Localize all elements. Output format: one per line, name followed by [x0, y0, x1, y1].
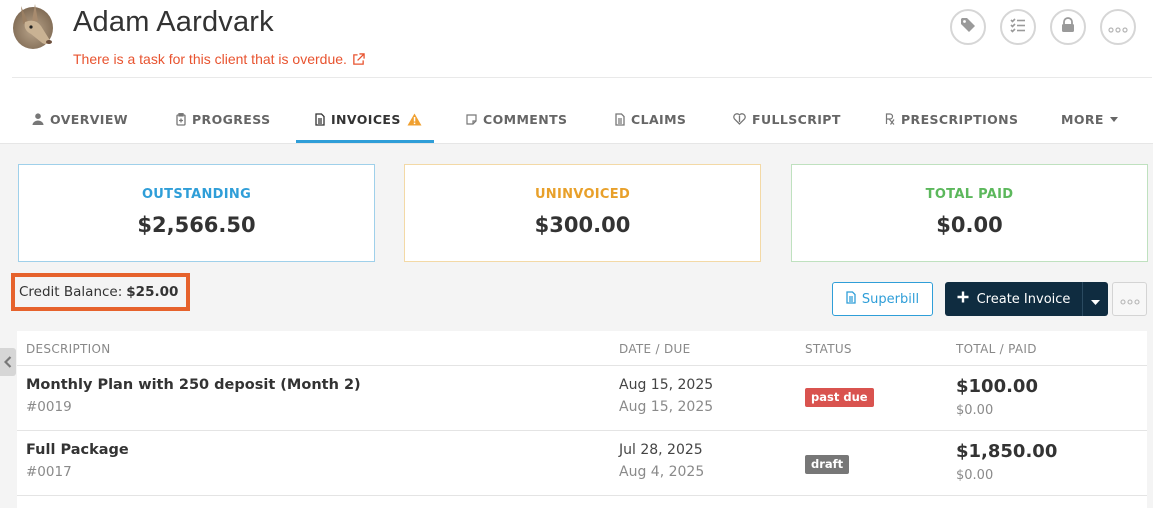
tab-more[interactable]: MORE — [1061, 95, 1118, 143]
comment-icon — [466, 113, 477, 125]
invoice-due-date: Aug 4, 2025 — [619, 464, 705, 480]
client-header: Adam Aardvark There is a task for this c… — [0, 0, 1153, 78]
tab-prescriptions-label: PRESCRIPTIONS — [901, 111, 1019, 127]
document-icon — [315, 112, 325, 126]
outstanding-card: OUTSTANDING $2,566.50 — [18, 164, 375, 262]
avatar[interactable] — [11, 2, 55, 50]
tab-comments[interactable]: COMMENTS — [466, 95, 567, 143]
overdue-task-message: There is a task for this client that is … — [73, 51, 347, 67]
tab-invoices-label: INVOICES — [331, 111, 401, 127]
superbill-button[interactable]: Superbill — [832, 282, 933, 316]
caret-down-icon — [1091, 290, 1100, 309]
client-tabs: OVERVIEW PROGRESS INVOICES COMMENTS CLAI… — [0, 95, 1153, 143]
credit-balance: Credit Balance: $25.00 — [11, 273, 190, 311]
tab-claims[interactable]: CLAIMS — [615, 95, 686, 143]
warning-icon — [407, 113, 422, 126]
caret-down-icon — [1109, 116, 1118, 122]
uninvoiced-card: UNINVOICED $300.00 — [404, 164, 761, 262]
lock-icon — [1061, 17, 1075, 37]
invoice-paid: $0.00 — [956, 468, 994, 483]
superbill-label: Superbill — [861, 291, 920, 307]
tab-fullscript[interactable]: FULLSCRIPT — [733, 95, 841, 143]
invoice-date: Aug 15, 2025 — [619, 377, 714, 393]
total-paid-value: $0.00 — [936, 213, 1003, 237]
user-icon — [32, 113, 44, 125]
column-header-date-due[interactable]: DATE / DUE — [619, 342, 691, 356]
invoice-description[interactable]: Full Package — [26, 442, 129, 458]
plus-icon — [957, 291, 969, 307]
overdue-task-alert[interactable]: There is a task for this client that is … — [73, 51, 365, 67]
tab-invoices[interactable]: INVOICES — [315, 95, 422, 143]
heart-icon — [733, 113, 746, 125]
lock-button[interactable] — [1050, 9, 1086, 45]
more-options-button[interactable] — [1100, 9, 1136, 45]
invoice-number: #0019 — [26, 399, 72, 415]
column-header-total-paid[interactable]: TOTAL / PAID — [956, 342, 1037, 356]
checklist-button[interactable] — [1000, 9, 1036, 45]
uninvoiced-label: UNINVOICED — [534, 187, 631, 202]
status-badge: past due — [805, 388, 874, 407]
more-icon — [1108, 18, 1128, 37]
create-invoice-label: Create Invoice — [976, 291, 1071, 307]
file-icon — [615, 112, 625, 126]
table-row[interactable] — [17, 495, 1147, 508]
invoice-number: #0017 — [26, 464, 72, 480]
external-link-icon[interactable] — [352, 52, 365, 66]
outstanding-value: $2,566.50 — [137, 213, 256, 237]
total-paid-card: TOTAL PAID $0.00 — [791, 164, 1148, 262]
tab-fullscript-label: FULLSCRIPT — [752, 111, 841, 127]
invoice-date: Jul 28, 2025 — [619, 442, 703, 458]
invoice-paid: $0.00 — [956, 403, 994, 418]
column-header-status[interactable]: STATUS — [805, 342, 852, 356]
tab-claims-label: CLAIMS — [631, 111, 687, 127]
header-divider — [12, 77, 1152, 78]
invoice-total: $100.00 — [956, 376, 1038, 397]
tab-prescriptions[interactable]: PRESCRIPTIONS — [885, 95, 1018, 143]
create-invoice-button[interactable]: Create Invoice — [945, 282, 1082, 316]
more-actions-button[interactable] — [1112, 282, 1147, 316]
outstanding-label: OUTSTANDING — [141, 187, 252, 202]
tab-more-label: MORE — [1061, 111, 1104, 127]
status-badge: draft — [805, 455, 850, 474]
client-name: Adam Aardvark — [73, 6, 274, 38]
tab-overview-label: OVERVIEW — [50, 111, 128, 127]
tag-button[interactable] — [950, 9, 986, 45]
document-icon — [846, 290, 856, 308]
invoices-panel: OUTSTANDING $2,566.50 UNINVOICED $300.00… — [0, 143, 1153, 508]
tab-progress-label: PROGRESS — [192, 111, 271, 127]
more-icon — [1119, 290, 1140, 309]
uninvoiced-value: $300.00 — [534, 213, 631, 237]
invoices-table: DESCRIPTION DATE / DUE STATUS TOTAL / PA… — [17, 331, 1147, 508]
credit-balance-value: $25.00 — [126, 284, 179, 300]
invoice-description[interactable]: Monthly Plan with 250 deposit (Month 2) — [26, 377, 361, 393]
invoice-due-date: Aug 15, 2025 — [619, 399, 714, 415]
total-paid-label: TOTAL PAID — [925, 187, 1014, 202]
clipboard-icon — [176, 112, 186, 126]
column-header-description[interactable]: DESCRIPTION — [26, 342, 111, 356]
tab-progress[interactable]: PROGRESS — [176, 95, 270, 143]
tag-icon — [960, 17, 976, 37]
rx-icon — [885, 113, 895, 125]
create-invoice-dropdown[interactable] — [1082, 282, 1108, 316]
table-row[interactable]: Full Package #0017 Jul 28, 2025 Aug 4, 2… — [17, 430, 1147, 495]
tab-comments-label: COMMENTS — [483, 111, 568, 127]
invoice-total: $1,850.00 — [956, 441, 1058, 462]
tab-overview[interactable]: OVERVIEW — [32, 95, 128, 143]
table-row[interactable]: Monthly Plan with 250 deposit (Month 2) … — [17, 365, 1147, 430]
chevron-left-icon — [3, 353, 12, 372]
sidebar-collapse-toggle[interactable] — [0, 348, 16, 376]
checklist-icon — [1010, 17, 1026, 37]
credit-balance-label: Credit Balance: — [19, 284, 123, 300]
